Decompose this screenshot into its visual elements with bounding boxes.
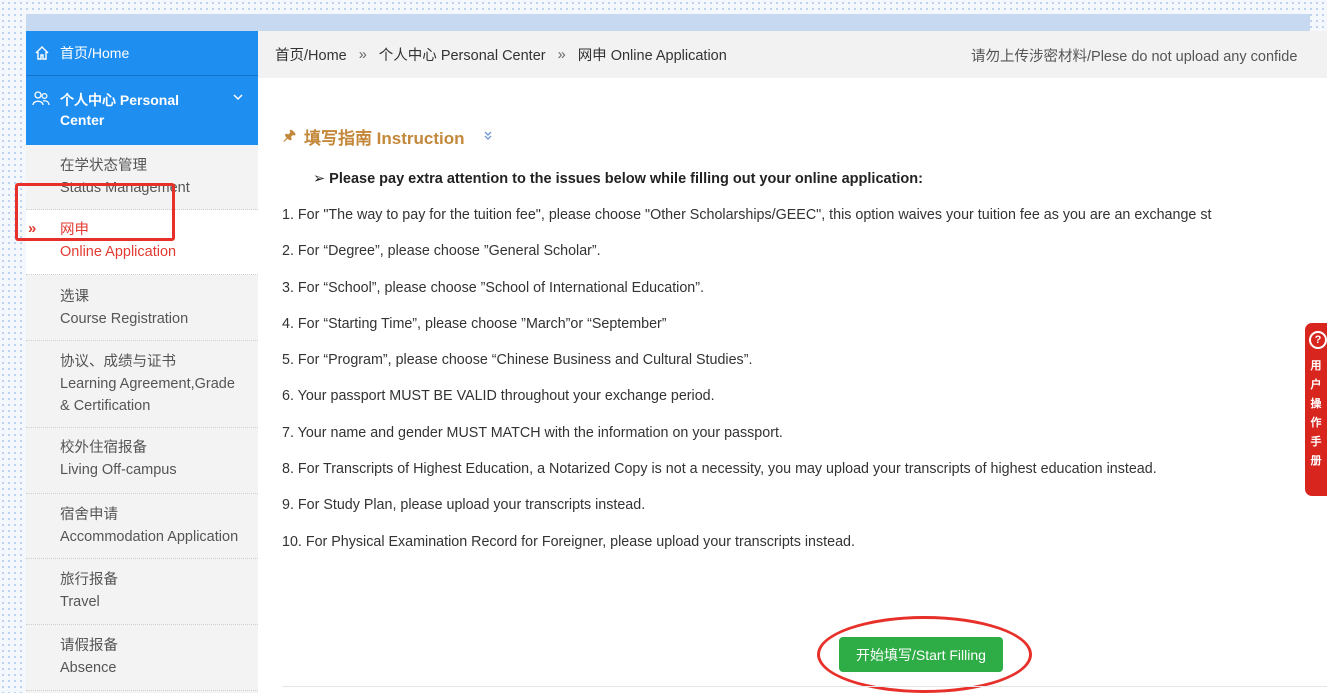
breadcrumb-separator: » [358,46,367,63]
help-tab-char: 手 [1310,436,1322,448]
sidebar-item-living-off-campus[interactable]: 校外住宿报备 Living Off-campus [26,428,258,494]
list-item: 3. For “School”, please choose ”School o… [282,279,704,296]
help-tab-char: 用 [1310,360,1322,372]
list-item: 1. For "The way to pay for the tuition f… [282,207,1212,223]
sidebar-item-zh: 宿舍申请 [60,507,118,523]
sidebar-item-zh: 旅行报备 [60,572,118,588]
list-item: 2. For “Degree”, please choose ”General … [282,243,601,260]
sidebar: 首页/Home 个人中心 Personal Center 在学状态管理 Stat… [26,31,258,693]
sidebar-item-zh: 选课 [60,289,89,305]
top-strip [26,14,1310,31]
list-item: 5. For “Program”, please choose “Chinese… [282,352,753,369]
breadcrumb-separator: » [557,46,566,63]
sidebar-item-learning-agreement[interactable]: 协议、成绩与证书 Learning Agreement,Grade & Cert… [26,341,258,428]
help-tab-char: 户 [1310,379,1322,391]
instruction-header[interactable]: 🖈 填写指南 Instruction [283,124,493,149]
sidebar-item-home[interactable]: 首页/Home [26,31,258,76]
divider [282,686,1327,687]
breadcrumb-home[interactable]: 首页/Home [275,44,347,65]
breadcrumb-personal-center[interactable]: 个人中心 Personal Center [379,44,546,65]
users-icon [32,90,50,113]
sidebar-item-en: Absence [60,660,117,676]
sidebar-item-en: Learning Agreement,Grade [60,376,235,392]
sidebar-item-personal-center[interactable]: 个人中心 Personal Center [26,76,258,145]
help-tab-char: 操 [1310,398,1322,410]
sidebar-item-en-line2: & Certification [60,398,151,414]
list-item: 8. For Transcripts of Highest Education,… [282,461,1157,478]
instruction-list: 1. For "The way to pay for the tuition f… [282,197,1211,560]
home-icon [34,45,54,61]
sidebar-item-zh: 校外住宿报备 [60,440,147,456]
sidebar-item-en: Course Registration [60,311,189,327]
list-item: 9. For Study Plan, please upload your tr… [282,497,646,514]
help-tab-char: 作 [1310,417,1322,429]
sidebar-item-zh: 在学状态管理 [60,158,147,174]
list-item: 7. Your name and gender MUST MATCH with … [282,424,783,441]
list-item: 6. Your passport MUST BE VALID throughou… [282,388,715,405]
main-content: 首页/Home » 个人中心 Personal Center » 网申 Onli… [258,31,1327,693]
list-item: 10. For Physical Examination Record for … [282,533,855,550]
pin-icon: 🖈 [283,126,296,143]
breadcrumb-online-application: 网申 Online Application [577,48,727,64]
sidebar-item-course-registration[interactable]: 选课 Course Registration [26,275,258,341]
instruction-title: 填写指南 Instruction [303,129,465,148]
attention-note: ➢ Please pay extra attention to the issu… [313,171,923,187]
sidebar-item-accommodation[interactable]: 宿舍申请 Accommodation Application [26,494,258,559]
user-manual-tab[interactable]: ? 用 户 操 作 手 册 [1305,323,1327,496]
chevron-down-icon[interactable] [232,90,244,108]
breadcrumb: 首页/Home » 个人中心 Personal Center » 网申 Onli… [258,31,1327,78]
double-chevron-down-icon[interactable] [483,129,493,144]
sidebar-item-en: Travel [60,594,100,610]
start-filling-button[interactable]: 开始填写/Start Filling [839,637,1003,672]
upload-warning: 请勿上传涉密材料/Plese do not upload any confide [971,49,1298,65]
list-item: 4. For “Starting Time”, please choose ”M… [282,315,667,332]
sidebar-item-en: Accommodation Application [60,529,239,545]
sidebar-item-absence[interactable]: 请假报备 Absence [26,625,258,691]
sidebar-home-label: 首页/Home [60,45,130,61]
sidebar-personal-center-label: 个人中心 Personal Center [60,92,180,128]
highlight-box [15,183,175,241]
sidebar-item-travel[interactable]: 旅行报备 Travel [26,559,258,625]
help-tab-char: 册 [1310,455,1322,467]
sidebar-item-zh: 请假报备 [60,638,118,654]
sidebar-item-en: Living Off-campus [60,462,177,478]
question-circle-icon: ? [1309,331,1327,349]
sidebar-item-en: Online Application [60,244,177,260]
sidebar-item-zh: 协议、成绩与证书 [60,354,176,370]
